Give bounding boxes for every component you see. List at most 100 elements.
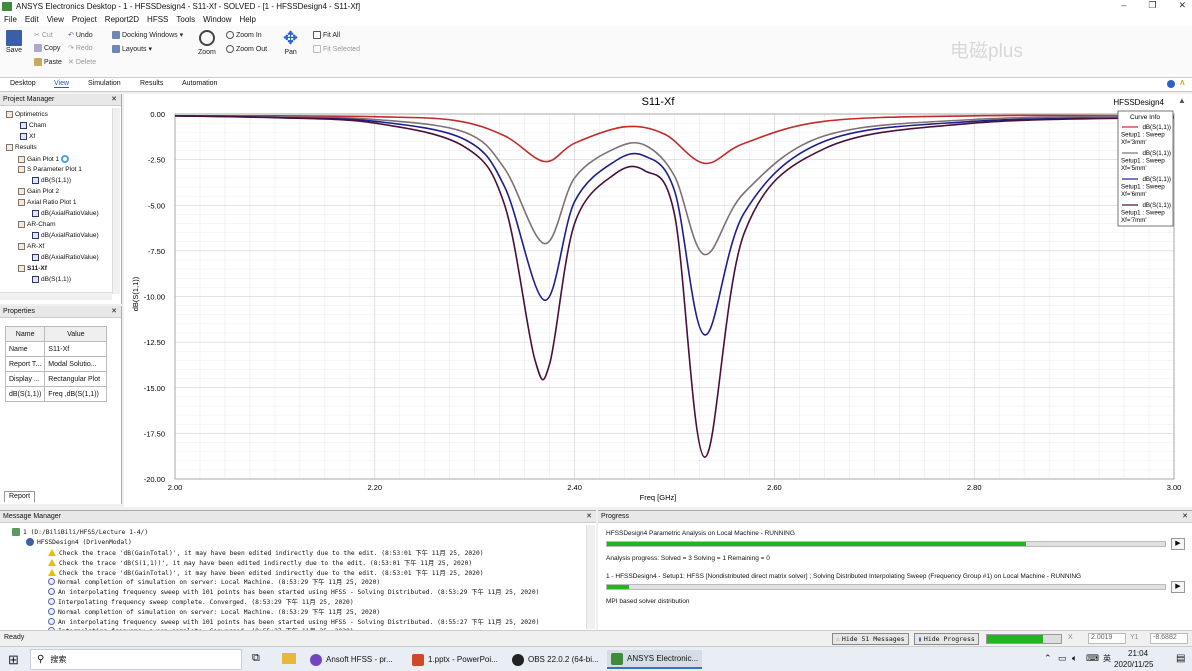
windows-start-icon[interactable]: ⊞ (8, 652, 19, 668)
copy-button[interactable]: Copy (34, 44, 60, 52)
cut-button[interactable]: ✂ Cut (34, 31, 53, 40)
message-item[interactable]: Check the trace 'dB(S(1,1))', it may hav… (48, 558, 472, 567)
tab-report[interactable]: Report (4, 491, 36, 502)
network-icon[interactable]: ▭ (1058, 653, 1067, 664)
hide-messages-button[interactable]: ⚠ Hide 51 Messages (832, 633, 909, 645)
menu-project[interactable]: Project (72, 15, 97, 24)
tree-item-optimetrics[interactable]: Optimetrics (6, 111, 48, 118)
table-row[interactable]: Name S11-Xf (4, 341, 108, 357)
zoom-in-button[interactable]: Zoom In (226, 31, 262, 39)
scrollbar-horizontal[interactable] (0, 292, 112, 300)
close-icon[interactable]: ✕ (1182, 512, 1188, 520)
ime-language[interactable]: 英 (1103, 653, 1111, 664)
save-button[interactable]: Save (6, 30, 22, 54)
tree-item-trace[interactable]: dB(AxialRatioValue) (32, 232, 99, 239)
fit-selected-button[interactable]: Fit Selected (313, 45, 360, 53)
tree-item-xf[interactable]: Xf (20, 133, 35, 140)
close-button[interactable]: ✕ (1178, 0, 1186, 11)
notification-icon[interactable]: ▤ (1176, 653, 1185, 664)
design-node[interactable]: HFSSDesign4 (DrivenModal) (26, 538, 132, 546)
tree-item-results[interactable]: Results (6, 144, 37, 151)
tab-automation[interactable]: Automation (182, 80, 217, 87)
table-row[interactable]: Display ... Rectangular Plot (4, 371, 108, 387)
menu-window[interactable]: Window (203, 15, 231, 24)
minimize-button[interactable]: – (1121, 0, 1126, 11)
redo-button[interactable]: ↷ Redo (68, 44, 93, 53)
message-item[interactable]: An interpolating frequency sweep with 10… (48, 617, 539, 626)
docking-windows-button[interactable]: Docking Windows ▾ (112, 31, 183, 39)
scroll-up-icon[interactable]: ▲ (1178, 96, 1186, 105)
tab-desktop[interactable]: Desktop (10, 80, 36, 87)
tree-item-gain-plot-2[interactable]: Gain Plot 2 (18, 188, 59, 195)
taskbar-app-ansys[interactable]: ANSYS Electronic... (607, 650, 703, 669)
message-item[interactable]: Check the trace 'dB(GainTotal)', it may … (48, 568, 484, 577)
menu-view[interactable]: View (47, 15, 64, 24)
menu-file[interactable]: File (4, 15, 17, 24)
property-value[interactable]: Modal Solutio... (44, 356, 108, 372)
curve-info-legend[interactable]: Curve Info dB(S(1,1))Setup1 : SweepXf='3… (1117, 110, 1174, 227)
taskbar-app-ansoft[interactable]: Ansoft HFSS - pr... (306, 650, 397, 669)
tree-item-cham[interactable]: Cham (20, 122, 46, 129)
ime-icon[interactable]: ⌨ (1086, 653, 1099, 664)
tab-results[interactable]: Results (140, 80, 163, 87)
clock-date[interactable]: 2020/11/25 (1114, 660, 1153, 669)
help-icon[interactable] (1167, 80, 1175, 88)
fit-all-button[interactable]: Fit All (313, 31, 340, 39)
paste-button[interactable]: Paste (34, 58, 62, 66)
message-item[interactable]: An interpolating frequency sweep with 10… (48, 587, 539, 596)
taskbar-app-obs[interactable]: OBS 22.0.2 (64-bi... (508, 650, 603, 669)
tree-item-trace[interactable]: dB(S(1,1)) (32, 177, 71, 184)
task-view-icon[interactable]: ⧉ (252, 652, 260, 665)
menu-report2d[interactable]: Report2D (105, 15, 139, 24)
hide-messages-label: Hide 51 Messages (841, 635, 905, 643)
close-icon[interactable]: ✕ (586, 512, 592, 520)
close-icon[interactable]: ✕ (111, 307, 117, 315)
tree-item-trace[interactable]: dB(AxialRatioValue) (32, 210, 99, 217)
zoom-out-button[interactable]: Zoom Out (226, 45, 267, 53)
tab-view[interactable]: View (54, 80, 70, 88)
tab-simulation[interactable]: Simulation (88, 80, 121, 87)
tree-item-trace[interactable]: dB(AxialRatioValue) (32, 254, 99, 261)
tree-item-s11-xf[interactable]: S11-Xf (18, 265, 47, 272)
message-item[interactable]: Interpolating frequency sweep complete. … (48, 597, 354, 606)
taskbar-app-powerpoint[interactable]: 1.pptx - PowerPoi... (408, 650, 502, 669)
clock-time[interactable]: 21:04 (1128, 649, 1148, 658)
property-value[interactable]: Freq ,dB(S(1,1)) (44, 386, 108, 402)
hide-progress-button[interactable]: ▮ Hide Progress (914, 633, 979, 645)
scrollbar-vertical[interactable] (586, 525, 595, 629)
table-row[interactable]: dB(S(1,1)) Freq ,dB(S(1,1)) (4, 386, 108, 402)
scrollbar-vertical[interactable] (112, 108, 120, 294)
tree-item-ar-xf[interactable]: AR-Xf (18, 243, 44, 250)
file-explorer-icon[interactable] (282, 653, 296, 664)
tree-item-trace[interactable]: dB(S(1,1)) (32, 276, 71, 283)
message-item[interactable]: Check the trace 'dB(GainTotal)', it may … (48, 548, 484, 557)
menu-tools[interactable]: Tools (176, 15, 195, 24)
menu-help[interactable]: Help (240, 15, 256, 24)
undo-button[interactable]: ↶ Undo (68, 31, 93, 40)
layouts-button[interactable]: Layouts ▾ (112, 45, 152, 53)
menu-edit[interactable]: Edit (25, 15, 39, 24)
message-item[interactable]: Normal completion of simulation on serve… (48, 577, 380, 586)
plot-icon (18, 199, 25, 206)
table-row[interactable]: Report T... Modal Solutio... (4, 356, 108, 372)
tree-item-s-parameter-plot-1[interactable]: S Parameter Plot 1 (18, 166, 82, 173)
close-icon[interactable]: ✕ (111, 95, 117, 103)
pan-button[interactable]: ✥ Pan (283, 29, 298, 56)
message-item[interactable]: Normal completion of simulation on serve… (48, 607, 380, 616)
job2-stop-button[interactable]: ▶ (1171, 581, 1185, 593)
property-value[interactable]: Rectangular Plot (44, 371, 108, 387)
volume-icon[interactable]: 🔈︎ (1072, 653, 1077, 664)
s11-chart[interactable]: 2.00 2.20 2.40 2.60 2.80 3.00 0.00 -2.50 -5.00 -7… (124, 94, 1192, 507)
restore-button[interactable]: ❐ (1148, 0, 1156, 11)
property-value[interactable]: S11-Xf (44, 341, 108, 357)
tree-item-axial-ratio-plot-1[interactable]: Axial Ratio Plot 1 (18, 199, 77, 206)
tray-arrow-icon[interactable]: ⌃ (1044, 653, 1052, 664)
delete-button[interactable]: ✕ Delete (68, 58, 96, 67)
taskbar-search-box[interactable]: ⚲ 搜索 (30, 649, 242, 670)
menu-hfss[interactable]: HFSS (147, 15, 168, 24)
project-node[interactable]: 1 (D:/BiliBili/HFSS/Lecture 1-4/) (12, 528, 148, 536)
zoom-button[interactable]: Zoom (198, 30, 216, 56)
job1-stop-button[interactable]: ▶ (1171, 538, 1185, 550)
tree-item-ar-cham[interactable]: AR-Cham (18, 221, 56, 228)
tree-item-gain-plot-1[interactable]: Gain Plot 1 (18, 155, 70, 163)
